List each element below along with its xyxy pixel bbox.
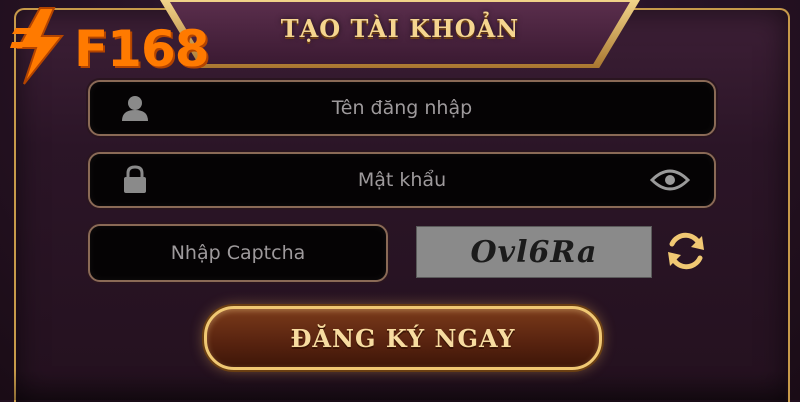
refresh-icon[interactable]	[664, 232, 708, 270]
bottom-frame	[14, 370, 786, 400]
user-icon	[122, 96, 148, 121]
username-placeholder: Tên đăng nhập	[331, 97, 473, 119]
page-title: TẠO TÀI KHOẢN	[280, 14, 520, 43]
captcha-placeholder: Nhập Captcha	[170, 242, 306, 264]
register-now-button[interactable]: ĐĂNG KÝ NGAY	[204, 306, 602, 370]
lightning-bolt-icon	[10, 7, 65, 85]
password-placeholder: Mật khẩu	[357, 169, 447, 191]
captcha-image: Ovl6Ra	[416, 226, 652, 278]
lock-icon	[124, 165, 146, 193]
brand-logo: F168	[10, 6, 220, 86]
captcha-code: Ovl6Ra	[470, 234, 598, 270]
username-input[interactable]: Tên đăng nhập	[88, 80, 716, 136]
password-input[interactable]: Mật khẩu	[88, 152, 716, 208]
captcha-input[interactable]: Nhập Captcha	[88, 224, 388, 282]
eye-icon[interactable]	[650, 168, 690, 192]
logo-text: F168	[74, 20, 210, 78]
